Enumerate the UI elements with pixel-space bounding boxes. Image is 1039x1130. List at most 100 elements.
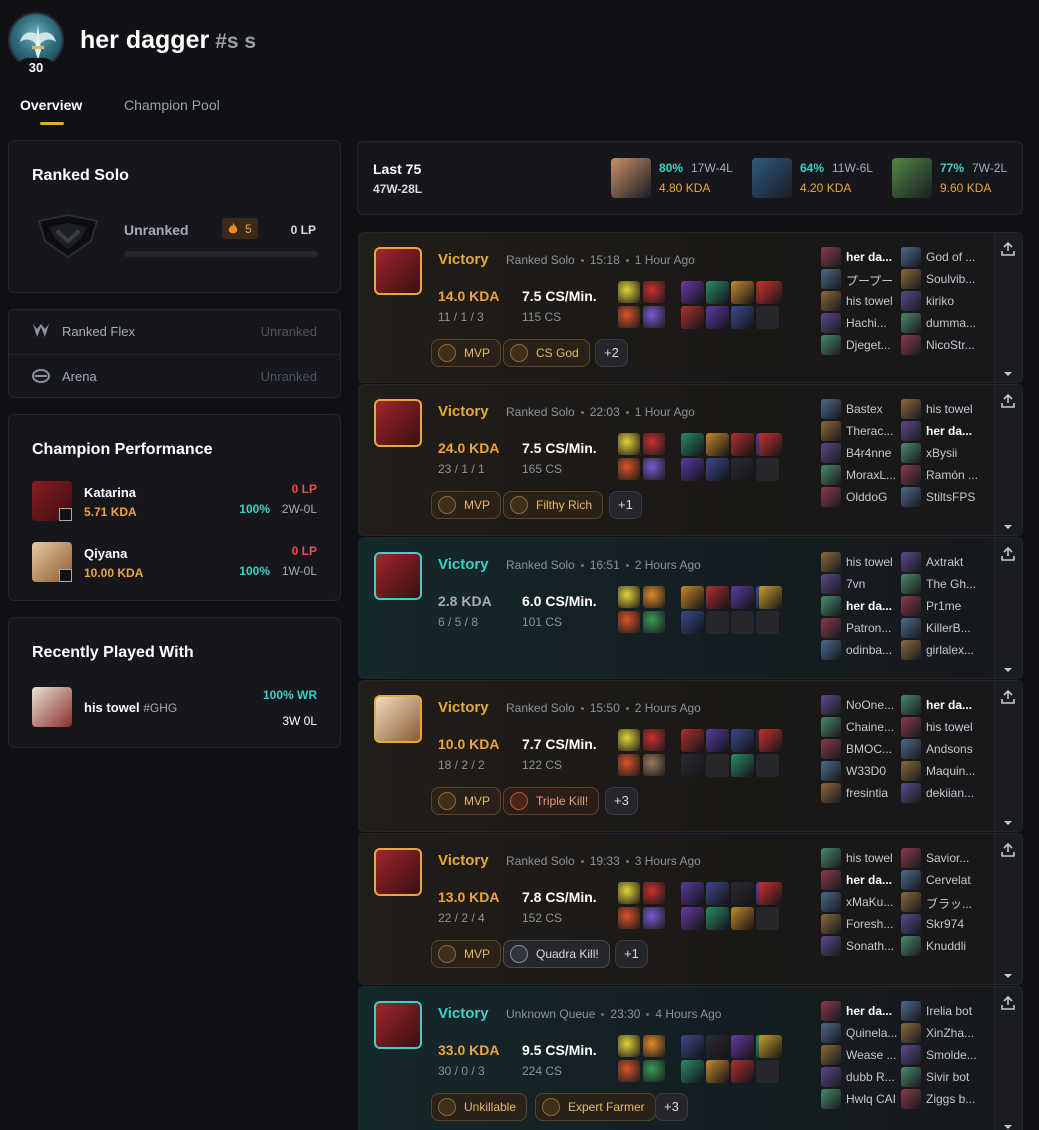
player-name[interactable]: Soulvib... — [926, 272, 990, 286]
share-icon[interactable] — [1000, 995, 1016, 1011]
keystone-rune-icon — [618, 458, 640, 480]
player-name[interactable]: God of ... — [926, 250, 990, 264]
player-name[interactable]: kiriko — [926, 294, 990, 308]
match-card[interactable]: Victory Ranked Solo 15:18 1 Hour Ago 14.0 KD… — [358, 232, 1023, 383]
player-name[interactable]: his towel — [926, 402, 990, 416]
separator-dot — [580, 411, 584, 415]
chevron-down-icon[interactable] — [1003, 662, 1013, 672]
arena-rank: Unranked — [260, 369, 317, 384]
match-card[interactable]: Victory Unknown Queue 23:30 4 Hours Ago 33.0… — [358, 986, 1023, 1130]
player-champion-icon — [821, 247, 841, 267]
more-badges-button[interactable]: +1 — [615, 940, 648, 968]
player-name[interactable]: Sivir bot — [926, 1070, 990, 1084]
recent-player[interactable]: his towel #GHG — [84, 700, 177, 715]
match-card[interactable]: Victory Ranked Solo 15:50 2 Hours Ago 10.0 K… — [358, 680, 1023, 832]
champion-winrate: 100% — [239, 564, 270, 578]
match-kda-raw: 23 / 1 / 1 — [438, 462, 485, 476]
item-icon — [731, 882, 754, 905]
tab-champion-pool[interactable]: Champion Pool — [124, 97, 220, 113]
chevron-down-icon[interactable] — [1003, 968, 1013, 978]
match-time-ago: 1 Hour Ago — [634, 405, 695, 419]
trinket-icon — [759, 1035, 782, 1058]
player-champion-icon — [901, 618, 921, 638]
share-icon[interactable] — [1000, 842, 1016, 858]
active-tab-indicator — [40, 122, 64, 125]
share-icon[interactable] — [1000, 689, 1016, 705]
summoner-spell-icon — [618, 882, 640, 904]
match-card[interactable]: Victory Ranked Solo 22:03 1 Hour Ago 24.0 KD… — [358, 384, 1023, 536]
player-champion-icon — [821, 465, 841, 485]
player-champion-icon — [901, 1067, 921, 1087]
win-streak-badge: 5 — [222, 218, 258, 239]
player-name[interactable]: Savior... — [926, 851, 990, 865]
player-name[interactable]: Cervelat — [926, 873, 990, 887]
last-75-champion-kda: 4.20 KDA — [800, 181, 852, 195]
player-name[interactable]: dekiian... — [926, 786, 990, 800]
chevron-down-icon[interactable] — [1003, 1119, 1013, 1129]
player-name[interactable]: XinZha... — [926, 1026, 990, 1040]
last-75-champion-portrait — [892, 158, 932, 198]
player-name[interactable]: girlalex... — [926, 643, 990, 657]
secondary-rune-icon — [643, 306, 665, 328]
player-name[interactable]: Ramón ... — [926, 468, 990, 482]
champion-name: Qiyana — [84, 546, 128, 561]
player-champion-icon — [821, 574, 841, 594]
share-icon[interactable] — [1000, 393, 1016, 409]
item-icon — [731, 729, 754, 752]
summoner-spell-icon — [618, 586, 640, 608]
player-champion-icon — [821, 717, 841, 737]
match-result: Victory — [438, 251, 489, 268]
match-card[interactable]: Victory Ranked Solo 16:51 2 Hours Ago 2.8 KD… — [358, 537, 1023, 679]
match-card[interactable]: Victory Ranked Solo 19:33 3 Hours Ago 13.0 K… — [358, 833, 1023, 985]
player-name[interactable]: StiltsFPS — [926, 490, 990, 504]
share-icon[interactable] — [1000, 241, 1016, 257]
chevron-down-icon[interactable] — [1003, 519, 1013, 529]
champion-portrait-qiyana — [32, 542, 72, 582]
more-badges-button[interactable]: +3 — [655, 1093, 688, 1121]
summoner-name-text: her dagger — [80, 26, 210, 54]
chevron-down-icon[interactable] — [1003, 815, 1013, 825]
share-icon[interactable] — [1000, 546, 1016, 562]
player-name[interactable]: her da... — [926, 424, 990, 438]
champion-portrait — [374, 552, 422, 600]
player-name[interactable]: The Gh... — [926, 577, 990, 591]
more-badges-button[interactable]: +3 — [605, 787, 638, 815]
player-name[interactable]: her da... — [926, 698, 990, 712]
empty-item-slot — [756, 611, 779, 634]
badge-label: Unkillable — [464, 1100, 517, 1114]
player-name[interactable]: dumma... — [926, 316, 990, 330]
match-result: Victory — [438, 1005, 489, 1022]
more-badges-button[interactable]: +1 — [609, 491, 642, 519]
player-name[interactable]: NicoStr... — [926, 338, 990, 352]
player-name[interactable]: his towel — [926, 720, 990, 734]
player-champion-icon — [901, 1001, 921, 1021]
ranked-solo-panel: Ranked Solo Unranked 5 0 LP — [8, 140, 341, 293]
player-champion-icon — [821, 487, 841, 507]
last-75-panel: Last 75 47W-28L 80% 17W-4L 4.80 KDA 64% 11W-… — [357, 141, 1023, 215]
match-cs: 7.8 CS/Min. — [522, 889, 597, 905]
item-icon — [681, 281, 704, 304]
player-name[interactable]: Smolde... — [926, 1048, 990, 1062]
player-name[interactable]: Skr974 — [926, 917, 990, 931]
player-name[interactable]: Andsons — [926, 742, 990, 756]
player-name[interactable]: Knuddli — [926, 939, 990, 953]
player-name[interactable]: Pr1me — [926, 599, 990, 613]
match-kda-raw: 18 / 2 / 2 — [438, 758, 485, 772]
chevron-down-icon[interactable] — [1003, 366, 1013, 376]
player-name[interactable]: Ziggs b... — [926, 1092, 990, 1106]
more-badges-button[interactable]: +2 — [595, 339, 628, 367]
separator-dot — [580, 860, 584, 864]
tab-overview[interactable]: Overview — [20, 97, 82, 113]
match-time-ago: 4 Hours Ago — [655, 1007, 722, 1021]
player-name[interactable]: Irelia bot — [926, 1004, 990, 1018]
match-result: Victory — [438, 852, 489, 869]
player-name[interactable]: xBysii — [926, 446, 990, 460]
player-name[interactable]: Maquin... — [926, 764, 990, 778]
player-name[interactable]: Axtrakt — [926, 555, 990, 569]
keystone-rune-icon — [618, 306, 640, 328]
player-name[interactable]: ブラッ... — [926, 895, 990, 912]
item-icon — [681, 433, 704, 456]
player-name[interactable]: KillerB... — [926, 621, 990, 635]
trinket-icon — [759, 882, 782, 905]
player-champion-icon — [821, 443, 841, 463]
